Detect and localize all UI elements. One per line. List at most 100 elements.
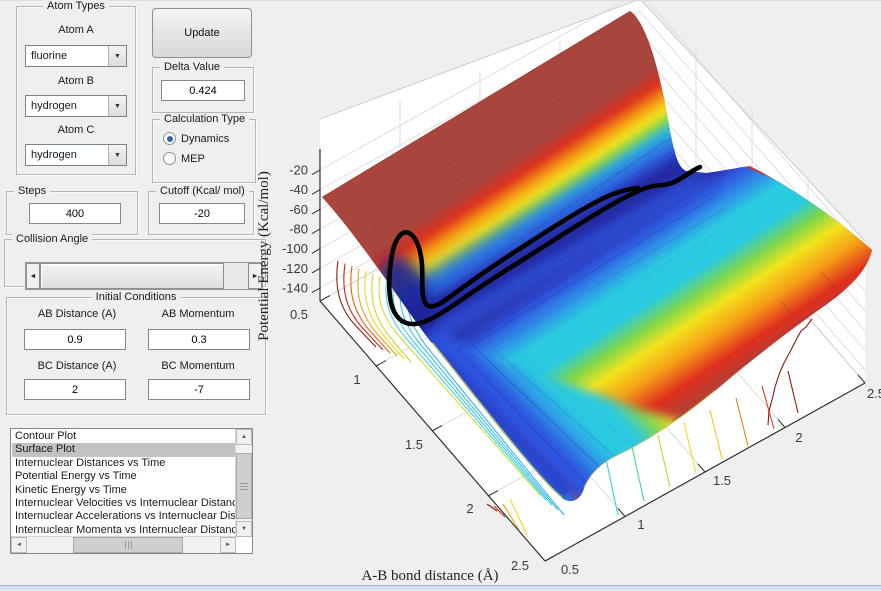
arrow-left-icon: ◄ — [16, 542, 22, 548]
bc-momentum-field[interactable] — [148, 379, 250, 400]
dynamics-radio[interactable]: Dynamics — [163, 132, 229, 145]
ab-momentum-field[interactable] — [148, 329, 250, 350]
list-item[interactable]: Internuclear Accelerations vs Internucle… — [12, 510, 235, 523]
horizontal-scrollbar[interactable]: ◄ ► — [11, 536, 236, 553]
slider-thumb[interactable] — [40, 263, 224, 289]
steps-title: Steps — [14, 185, 51, 197]
scroll-left-button[interactable]: ◄ — [11, 537, 27, 553]
arrow-right-icon: ► — [251, 272, 259, 280]
dynamics-radio-label: Dynamics — [181, 132, 230, 145]
svg-text:2.5: 2.5 — [511, 558, 529, 573]
calculation-type-panel: Calculation Type Dynamics MEP — [152, 113, 256, 183]
list-item[interactable]: Contour Plot — [12, 430, 235, 443]
cutoff-title: Cutoff (Kcal/ mol) — [156, 185, 249, 197]
atom-b-dropdown[interactable]: hydrogen ▼ — [25, 95, 127, 117]
arrow-down-icon: ▼ — [241, 526, 247, 532]
cliff-rim-highlight — [431, 342, 563, 499]
floor-wall-junction — [319, 122, 866, 384]
svg-text:1: 1 — [637, 517, 644, 532]
bc-distance-label: BC Distance (A) — [37, 360, 117, 372]
plot-axes — [319, 149, 866, 562]
initial-conditions-panel: Initial Conditions AB Distance (A) AB Mo… — [6, 291, 266, 415]
vertical-scroll-thumb[interactable] — [236, 453, 252, 519]
arrow-right-icon: ► — [225, 542, 231, 548]
svg-text:-20: -20 — [289, 163, 308, 178]
svg-text:-80: -80 — [289, 222, 308, 237]
app-window: { "icons": { "dropdown": "▼", "slider_le… — [0, 0, 881, 590]
svg-text:2: 2 — [795, 430, 802, 445]
bc-distance-field[interactable] — [24, 379, 126, 400]
atom-c-label: Atom C — [57, 124, 95, 136]
list-item-selected[interactable]: Surface Plot — [12, 443, 235, 457]
z-tick-labels: -20 -40 -60 -80 -100 -120 -140 — [282, 163, 308, 296]
svg-text:-40: -40 — [289, 182, 308, 197]
atom-c-dropdown[interactable]: hydrogen ▼ — [25, 144, 127, 166]
slider-right-button[interactable]: ► — [248, 263, 262, 289]
atom-b-value: hydrogen — [31, 100, 77, 112]
delta-value-title: Delta Value — [160, 61, 225, 73]
list-item[interactable]: Internuclear Distances vs Time — [12, 457, 235, 470]
collision-angle-title: Collision Angle — [12, 233, 93, 245]
x-tick-labels: 0.5 1 1.5 2 2.5 — [290, 307, 529, 573]
floor-contours — [336, 260, 813, 536]
list-item[interactable]: Potential Energy vs Time — [12, 470, 235, 483]
window-bottom-edge — [0, 585, 881, 590]
list-item[interactable]: Kinetic Energy vs Time — [12, 484, 235, 497]
list-item[interactable]: Internuclear Momenta vs Internuclear Dis… — [12, 524, 235, 536]
x-axis — [319, 300, 546, 562]
cutoff-field[interactable] — [159, 203, 245, 224]
ab-distance-label: AB Distance (A) — [37, 308, 117, 320]
svg-text:-60: -60 — [289, 202, 308, 217]
x-axis-label: A-B bond distance (Å) — [361, 568, 498, 584]
svg-text:-120: -120 — [282, 261, 308, 276]
ab-momentum-label: AB Momentum — [161, 308, 235, 320]
scroll-right-button[interactable]: ► — [220, 537, 236, 553]
mep-radio[interactable]: MEP — [163, 152, 205, 165]
collision-angle-panel: Collision Angle ◄ ► — [4, 233, 266, 290]
atom-a-dropdown[interactable]: fluorine ▼ — [25, 45, 127, 67]
initial-conditions-title: Initial Conditions — [91, 291, 181, 303]
potential-energy-surface — [322, 11, 872, 502]
atom-a-label: Atom A — [58, 24, 94, 36]
steps-panel: Steps — [6, 185, 138, 235]
ab-distance-field[interactable] — [24, 329, 126, 350]
delta-value-field[interactable] — [161, 80, 245, 101]
horizontal-scroll-thumb[interactable] — [73, 537, 183, 553]
y-axis — [544, 382, 866, 562]
lower-rim-highlight — [583, 389, 717, 489]
thumb-grip-icon — [240, 483, 248, 490]
svg-text:2.5: 2.5 — [867, 386, 881, 401]
crest-edge — [322, 11, 631, 198]
scroll-down-button[interactable]: ▼ — [236, 521, 252, 537]
delta-value-panel: Delta Value — [152, 61, 254, 113]
y-tick-labels: 0.5 1 1.5 2 2.5 — [561, 386, 881, 577]
steps-field[interactable] — [29, 203, 121, 224]
chevron-down-icon: ▼ — [114, 102, 121, 110]
vertical-scrollbar[interactable]: ▲ ▼ — [235, 429, 252, 537]
cutoff-panel: Cutoff (Kcal/ mol) — [148, 185, 254, 235]
floor-gridlines — [375, 167, 809, 517]
svg-text:1.5: 1.5 — [713, 473, 731, 488]
collision-angle-slider[interactable]: ◄ ► — [25, 262, 263, 290]
plateau-mesh-lines — [349, 73, 872, 422]
list-item[interactable]: Internuclear Velocities vs Internuclear … — [12, 497, 235, 510]
atom-types-panel: Atom Types Atom A fluorine ▼ Atom B hydr… — [16, 0, 136, 175]
slider-track[interactable] — [224, 263, 248, 289]
wall-top-edges — [319, 1, 866, 242]
svg-text:-140: -140 — [282, 281, 308, 296]
slider-left-button[interactable]: ◄ — [26, 263, 40, 289]
scroll-up-button[interactable]: ▲ — [236, 429, 252, 445]
chevron-down-icon: ▼ — [114, 151, 121, 159]
radio-unselected-icon — [163, 152, 176, 165]
surface-plot-figure: -20 -40 -60 -80 -100 -120 -140 0.5 1 1.5… — [256, 1, 881, 584]
mep-radio-label: MEP — [181, 152, 205, 165]
svg-text:1.5: 1.5 — [405, 437, 423, 452]
svg-text:1: 1 — [353, 372, 360, 387]
plot-back-walls — [319, 1, 866, 561]
update-button[interactable]: Update — [152, 8, 252, 58]
arrow-up-icon: ▲ — [241, 434, 247, 440]
plot-type-listbox[interactable]: Contour Plot Surface Plot Internuclear D… — [10, 428, 253, 554]
atom-a-value: fluorine — [31, 50, 68, 62]
thumb-grip-icon — [125, 541, 132, 549]
axis-ticks — [311, 169, 866, 562]
